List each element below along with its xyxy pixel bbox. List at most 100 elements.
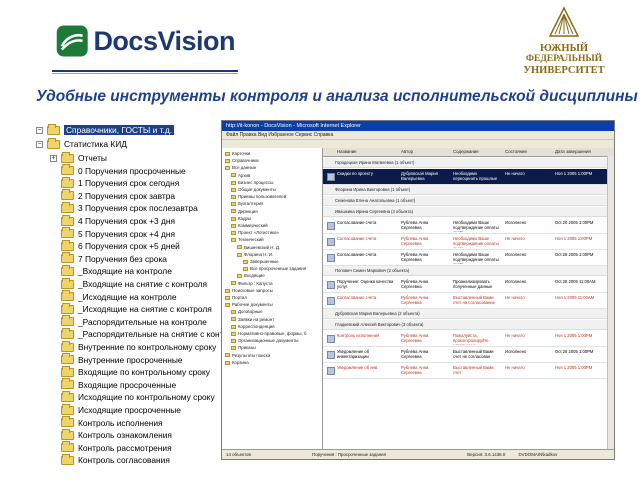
grid-group-header[interactable]: Семенова Елена Анатольевна (1 объект): [323, 196, 614, 206]
nav-tree-item[interactable]: Нормативно-правовые, формы, б: [231, 330, 307, 337]
tree-item[interactable]: _Исходящие на контроле: [50, 290, 177, 303]
tree-item[interactable]: Внутренние по контрольному сроку: [50, 340, 216, 353]
grid-group-header[interactable]: Флорина Ирина Викторовна (1 объект): [323, 185, 614, 195]
grid-row[interactable]: Уведомление об инвентаризации Рублева Анн…: [323, 347, 614, 363]
nav-tree-item[interactable]: Приказы: [231, 344, 256, 351]
tree-item[interactable]: _Распорядительные на снятие с контроля: [50, 327, 242, 340]
grid-cell-author: Дубровская Мария Валерьевна: [401, 171, 438, 181]
tree-item[interactable]: Входящие просроченные: [50, 378, 176, 391]
nav-tree-item[interactable]: Организационные документы: [231, 337, 298, 344]
tree-item[interactable]: 7 Поручения без срока: [50, 252, 167, 265]
nav-tree-label: Все просроченные задания: [250, 266, 307, 272]
grid-row[interactable]: Согласование счета Рублева Анна Сергеевна…: [323, 293, 614, 309]
grid-row[interactable]: Скидки по проекту Дубровская Мария Валерь…: [323, 169, 614, 185]
grid-row[interactable]: Уведомление об инв. Рублева Анна Сергеевн…: [323, 363, 614, 379]
nav-tree-item[interactable]: Коммерческий: [231, 222, 268, 229]
grid-group-label: Флорина Ирина Викторовна (1 объект): [335, 187, 411, 192]
task-icon: [327, 281, 335, 289]
grid-row[interactable]: Согласование счета Рублева Анна Сергеевна…: [323, 218, 614, 234]
tree-item[interactable]: 4 Поручения срок +3 дня: [50, 214, 175, 227]
tree-item[interactable]: Исходящие просроченные: [50, 403, 181, 416]
tree-item[interactable]: Контроль исполнения: [50, 416, 163, 429]
grid-cell-date: Ноя 1 2005 11:00AM: [555, 295, 595, 300]
grid-scrollbar[interactable]: [607, 156, 614, 450]
folder-icon: [61, 290, 74, 302]
tree-item[interactable]: 6 Поручения срок +5 дней: [50, 239, 180, 252]
nav-tree-item[interactable]: Флорина Н. И.: [237, 251, 273, 258]
grid-cell-title: Согласование счета: [337, 220, 377, 225]
grid-row[interactable]: Контроль исполнения Рублева Анна Сергеевн…: [323, 331, 614, 347]
nav-tree-item[interactable]: Справочники: [225, 157, 259, 164]
window-body: Карточки Справочники Все данные Архив Бизнес…: [222, 148, 614, 450]
grid-group-header[interactable]: Дубровская Мария Валерьевна (2 объекта): [323, 309, 614, 319]
tree-item[interactable]: Входящие по контрольному сроку: [50, 365, 210, 378]
tree-section-item[interactable]: − Статистика КИД: [36, 137, 127, 150]
nav-tree-item[interactable]: Рабочие документы: [225, 301, 273, 308]
nav-tree-item[interactable]: Кадры: [231, 215, 251, 222]
nav-tree-item[interactable]: Заявки на ремонт: [231, 316, 274, 323]
column-author[interactable]: Автор: [401, 148, 413, 156]
nav-tree-item[interactable]: Карточки: [225, 150, 250, 157]
tree-item[interactable]: + Отчеты: [50, 151, 107, 164]
task-icon: [327, 222, 335, 230]
grid-group-header[interactable]: Гладкевский Алексей Викторович (3 объект…: [323, 320, 614, 330]
tree-item[interactable]: _Распорядительные на контроле: [50, 315, 207, 328]
tree-item[interactable]: _Входящие на снятие с контроля: [50, 277, 207, 290]
folder-icon: [225, 303, 230, 308]
column-title[interactable]: Название: [337, 148, 357, 156]
nav-tree-item[interactable]: Результаты поиска: [225, 352, 270, 359]
nav-tree-item[interactable]: Бизнес процессы: [231, 179, 273, 186]
tree-item[interactable]: Исходящие по контрольному сроку: [50, 390, 215, 403]
tree-item-label: 3 Поручения срок послезавтра: [78, 203, 198, 214]
nav-tree-item[interactable]: Завершенные: [243, 258, 279, 265]
tree-item[interactable]: 1 Поручения срок сегодня: [50, 176, 179, 189]
folder-icon: [61, 214, 74, 226]
nav-tree-item[interactable]: Общие документы: [231, 186, 276, 193]
nav-tree-item[interactable]: Портал: [225, 294, 247, 301]
docsvision-logo: DocsVision: [55, 18, 235, 64]
tree-item[interactable]: 2 Поручения срок завтра: [50, 189, 176, 202]
tree-item[interactable]: 5 Поручения срок +4 дня: [50, 227, 175, 240]
column-due-date[interactable]: Дата завершения: [555, 148, 591, 156]
column-state[interactable]: Состояние: [505, 148, 527, 156]
tree-item-label: Контроль исполнения: [78, 417, 163, 428]
nav-tree-item[interactable]: Все просроченные задания: [243, 265, 306, 272]
tree-item[interactable]: 0 Поручения просроченные: [50, 164, 186, 177]
tree-item[interactable]: _Исходящие на снятие с контроля: [50, 302, 212, 315]
grid-row[interactable]: Поручение: Оценка качества услуг Рублева …: [323, 277, 614, 293]
expand-icon[interactable]: −: [36, 126, 43, 134]
expand-icon[interactable]: +: [50, 154, 57, 162]
window-menu[interactable]: Файл Правка Вид Избранное Сервис Справка: [222, 131, 614, 140]
grid-row[interactable]: Согласование счета Рублева Анна Сергеевна…: [323, 234, 614, 250]
nav-tree-item[interactable]: Договорные: [231, 308, 263, 315]
nav-tree-item[interactable]: Архив: [231, 172, 250, 179]
grid-group-header[interactable]: Городецкая Ирина Матвеевна (1 объект): [323, 158, 614, 168]
nav-tree-item[interactable]: Все данные: [225, 164, 256, 171]
nav-tree-item[interactable]: Корреспонденция: [231, 323, 275, 330]
grid-group-header[interactable]: Попович Семен Маркович (2 объекта): [323, 266, 614, 276]
nav-tree-item[interactable]: Проект «Логистика»: [231, 229, 279, 236]
nav-tree-item[interactable]: Приемы пользователей: [231, 193, 286, 200]
nav-tree-item[interactable]: Входящие: [237, 272, 265, 279]
tree-item[interactable]: Контроль согласования: [50, 453, 170, 466]
nav-tree-item[interactable]: Технический: [231, 236, 264, 243]
tree-root-item[interactable]: − Справочники, ГОСТЫ и т.д.: [36, 123, 175, 136]
tree-item[interactable]: Контроль рассмотрения: [50, 441, 172, 454]
grid-group-header[interactable]: Ивашкина Ирина Сергеевна (3 объекта): [323, 207, 614, 217]
nav-tree-item[interactable]: Вишневский Н. Д.: [237, 244, 280, 251]
tree-item[interactable]: 3 Поручения срок послезавтра: [50, 201, 198, 214]
collapse-icon[interactable]: −: [36, 140, 43, 148]
tree-item[interactable]: Внутренние просроченные: [50, 353, 183, 366]
grid-cell-state: Не начато: [505, 295, 525, 300]
grid-cell-date: Oct 28 2005 11:00AM: [555, 279, 596, 284]
nav-tree-item[interactable]: Корзина: [225, 359, 249, 366]
tree-item-label: 2 Поручения срок завтра: [78, 190, 176, 201]
nav-tree-item[interactable]: Поисковые запросы: [225, 287, 273, 294]
grid-row[interactable]: Согласование счета Рублева Анна Сергеевна…: [323, 250, 614, 266]
nav-tree-item[interactable]: Бухгалтерия: [231, 200, 263, 207]
tree-item[interactable]: Контроль ознакомления: [50, 428, 172, 441]
column-content[interactable]: Содержание: [453, 148, 479, 156]
nav-tree-item[interactable]: Фильтр : Капуста: [231, 280, 273, 287]
tree-item[interactable]: _Входящие на контроле: [50, 264, 172, 277]
nav-tree-item[interactable]: Дирекция: [231, 208, 258, 215]
